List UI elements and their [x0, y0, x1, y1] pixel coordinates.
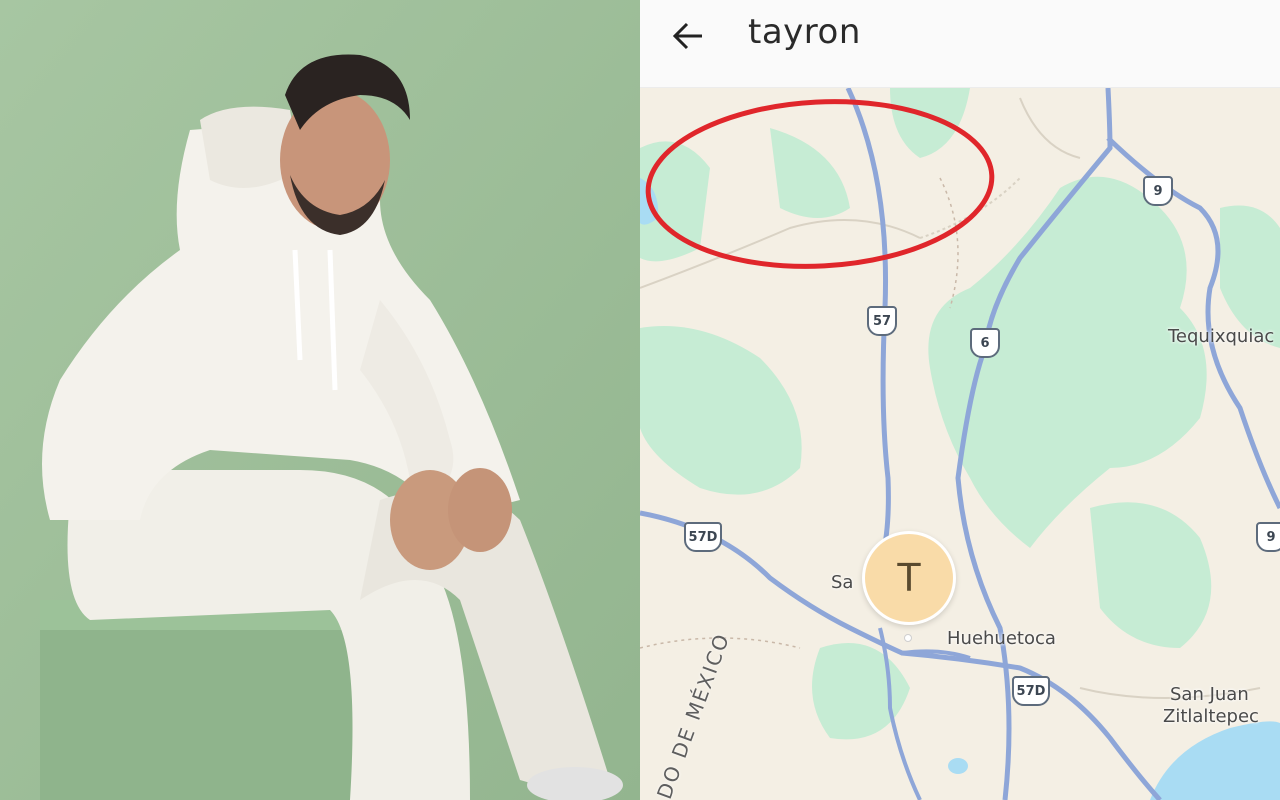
- road-shield-57: 57: [867, 306, 897, 336]
- place-label-zitlaltepec: Zitlaltepec: [1163, 706, 1259, 727]
- photo-illustration: [0, 0, 640, 800]
- marker-initial: T: [897, 556, 921, 600]
- place-label-tequixquiac: Tequixquiac: [1168, 326, 1275, 347]
- arrow-left-icon: [672, 22, 702, 50]
- person-photo: [0, 0, 640, 800]
- back-button[interactable]: [666, 14, 710, 58]
- road-shield-9-right: 9: [1256, 522, 1280, 552]
- road-shield-6: 6: [970, 328, 1000, 358]
- map-view[interactable]: 9 57 6 57D 9 57D Tequixquiac Huehuetoca …: [640, 88, 1280, 800]
- user-location-marker[interactable]: T: [862, 531, 956, 625]
- red-highlight-circle: [645, 99, 995, 269]
- marker-pin-dot: [904, 634, 912, 642]
- map-app-screen: tayron 9 57 6 57D 9 57D Tequixquiac Hueh…: [640, 0, 1280, 800]
- place-label-sa: Sa: [831, 572, 854, 593]
- search-header: tayron: [640, 0, 1280, 88]
- search-query-text[interactable]: tayron: [748, 12, 861, 52]
- place-label-san-juan: San Juan: [1170, 684, 1249, 705]
- road-shield-57d-bottom: 57D: [1012, 676, 1050, 706]
- road-shield-57d-left: 57D: [684, 522, 722, 552]
- place-label-huehuetoca: Huehuetoca: [947, 628, 1056, 649]
- road-shield-9-top: 9: [1143, 176, 1173, 206]
